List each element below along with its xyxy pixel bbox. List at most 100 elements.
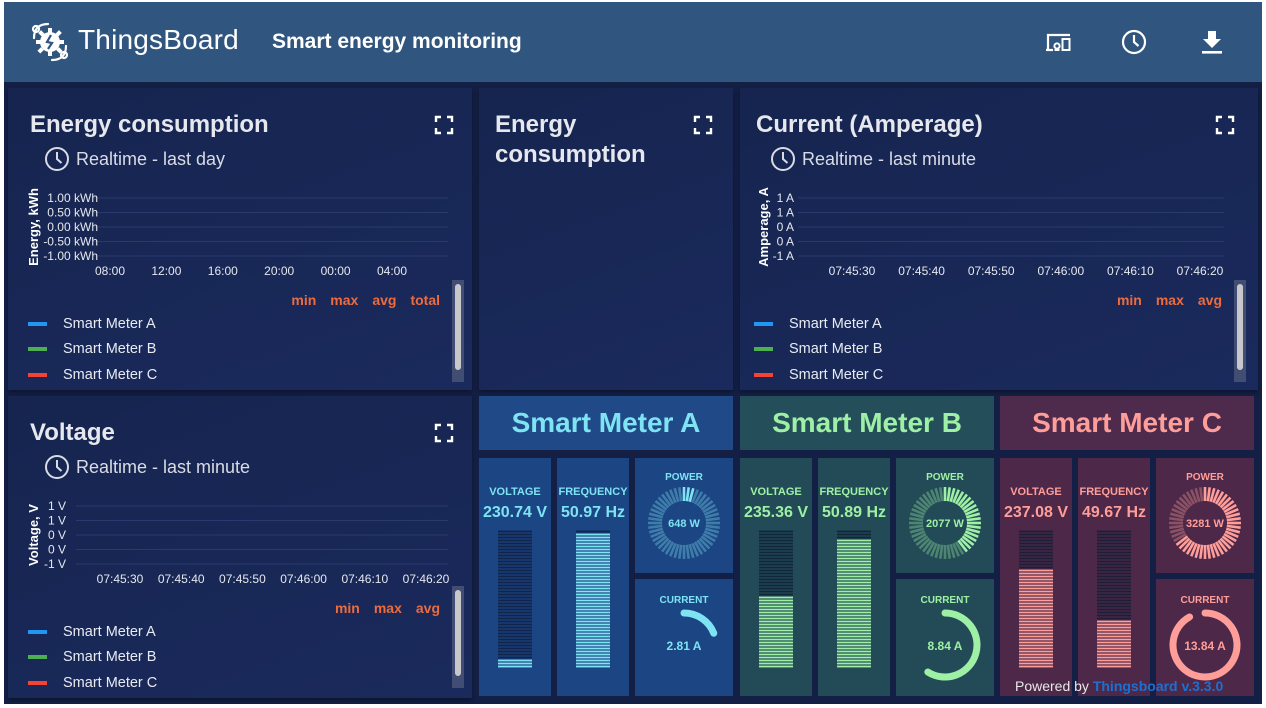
power-label: POWER (665, 472, 703, 483)
powered-by-text: Powered by (1015, 678, 1089, 694)
bar-segment (498, 629, 532, 632)
thingsboard-version-link[interactable]: Thingsboard v.3.3.0 (1093, 678, 1223, 694)
bar-segment (498, 662, 532, 665)
bar-segment (498, 557, 532, 560)
export-button[interactable] (1194, 24, 1230, 60)
legend-item[interactable]: Smart Meter B (28, 645, 157, 671)
entity-view-button[interactable] (1041, 24, 1077, 60)
legend-swatch (28, 629, 47, 634)
bar-segment (498, 584, 532, 587)
energy-chart-plot[interactable]: Energy, kWh 1.00 kWh0.50 kWh0.00 kWh-0.50… (8, 88, 472, 288)
y-tick-label: 1.00 kWh (47, 191, 98, 205)
power-tick (1199, 487, 1204, 502)
legend-item[interactable]: Smart Meter A (28, 311, 157, 337)
frequency-label: FREQUENCY (1079, 486, 1149, 498)
power-tick (909, 524, 924, 529)
legend-scrollbar[interactable] (452, 280, 464, 382)
thingsboard-logo-icon (31, 22, 69, 62)
bar-segment (498, 563, 532, 566)
bar-segment (576, 608, 610, 611)
legend-header-avg: avg (1197, 292, 1222, 308)
legend-item[interactable]: Smart Meter A (28, 619, 157, 645)
bar-segment (498, 581, 532, 584)
frequency-bar-gauge (837, 530, 871, 668)
legend-item[interactable]: Smart Meter A (754, 311, 883, 337)
legend-item[interactable]: Smart Meter C (754, 362, 883, 388)
legend-item[interactable]: Smart Meter C (28, 670, 157, 696)
bar-segment (498, 536, 532, 539)
bar-segment (759, 635, 793, 638)
bar-segment (576, 665, 610, 668)
legend-item[interactable]: Smart Meter B (754, 337, 883, 363)
legend-swatch (28, 655, 47, 660)
bar-segment (1019, 545, 1053, 548)
title-line-2: consumption (495, 141, 646, 168)
legend-swatch (754, 372, 773, 377)
bar-segment (759, 608, 793, 611)
voltage-chart-plot[interactable]: Voltage, V1 V1 V0 V0 V-1 V07:45:30 07:45:… (8, 396, 472, 596)
bar-segment (837, 581, 871, 584)
bar-segment (1019, 599, 1053, 602)
bar-segment (1097, 554, 1131, 557)
timewindow-button[interactable] (1116, 24, 1152, 60)
bar-segment (576, 632, 610, 635)
bar-segment (1097, 608, 1131, 611)
bar-segment (1019, 581, 1053, 584)
power-tick (678, 544, 683, 559)
bar-segment (759, 629, 793, 632)
fullscreen-icon[interactable] (692, 114, 714, 136)
legend-header-avg: avg (372, 292, 397, 308)
legend-header-max: max (373, 600, 402, 616)
bar-segment (759, 545, 793, 548)
bar-segment (1019, 623, 1053, 626)
bar-segment (576, 575, 610, 578)
bar-segment (759, 659, 793, 662)
scrollbar-thumb[interactable] (455, 284, 461, 370)
bar-segment (1097, 563, 1131, 566)
bar-segment (1097, 536, 1131, 539)
bar-segment (576, 566, 610, 569)
bar-segment (498, 590, 532, 593)
power-tick (648, 517, 663, 522)
legend-scrollbar[interactable] (452, 586, 464, 688)
frequency-value: 49.67 Hz (1081, 504, 1147, 521)
bar-segment (759, 539, 793, 542)
current-arc (680, 609, 718, 637)
y-tick-label: 0 A (777, 235, 794, 249)
legend-scrollbar[interactable] (1234, 280, 1246, 382)
bar-segment (1097, 584, 1131, 587)
bar-segment (576, 599, 610, 602)
legend-item[interactable]: Smart Meter C (28, 362, 157, 388)
y-tick-label: 1 A (777, 191, 794, 205)
bar-segment (576, 650, 610, 653)
bar-segment (498, 554, 532, 557)
x-tick-label: 07:45:40 (158, 572, 205, 586)
y-tick-label: -1 V (44, 557, 66, 571)
bar-segment (1097, 629, 1131, 632)
y-tick-label: -1.00 kWh (43, 249, 98, 263)
bar-segment (498, 608, 532, 611)
bar-segment (837, 572, 871, 575)
frequency-label: FREQUENCY (819, 486, 889, 498)
top-bar: ThingsBoard Smart energy monitoring (4, 2, 1262, 82)
bar-segment (837, 653, 871, 656)
bar-segment (498, 635, 532, 638)
power-tick (1206, 544, 1211, 559)
legend-swatch (28, 372, 47, 377)
bar-segment (837, 578, 871, 581)
bar-segment (759, 641, 793, 644)
legend-item[interactable]: Smart Meter B (28, 337, 157, 363)
bar-segment (759, 650, 793, 653)
bar-segment (1097, 539, 1131, 542)
bar-segment (1097, 665, 1131, 668)
power-tile: POWER 2077 W (896, 458, 994, 573)
legend-swatch (28, 347, 47, 352)
scrollbar-thumb[interactable] (455, 590, 461, 676)
current-value: 13.84 A (1184, 639, 1226, 653)
current-chart-plot[interactable]: Amperage, A1 A1 A0 A0 A-1 A07:45:30 07:45… (740, 88, 1258, 288)
x-tick-label: 16:00 (208, 264, 238, 278)
bar-segment (1019, 632, 1053, 635)
bar-segment (1019, 662, 1053, 665)
bar-segment (576, 548, 610, 551)
scrollbar-thumb[interactable] (1237, 284, 1243, 370)
